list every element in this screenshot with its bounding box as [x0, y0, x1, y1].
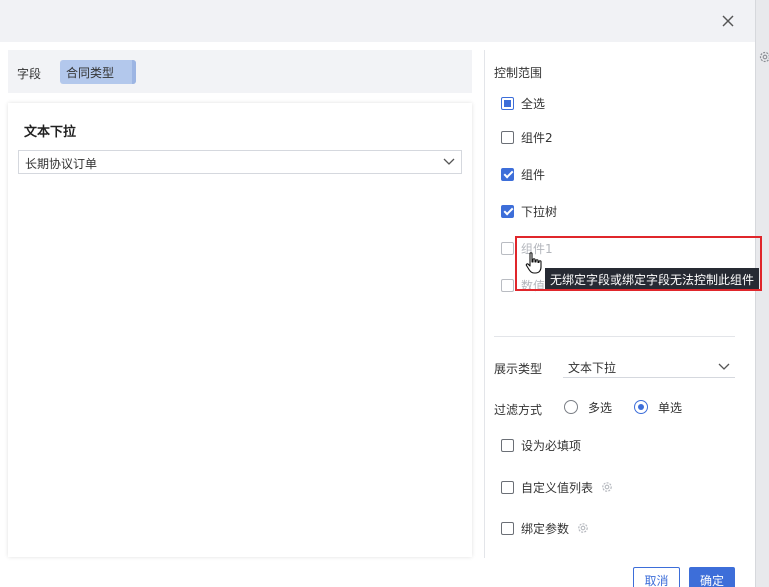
ok-button[interactable]: 确定	[689, 567, 735, 587]
radio-label: 多选	[588, 400, 613, 415]
checkbox-dropdown-tree[interactable]: 下拉树	[501, 203, 557, 219]
checkbox-box[interactable]	[501, 521, 514, 535]
widget-title: 文本下拉	[24, 125, 77, 140]
control-range-title: 控制范围	[494, 66, 543, 80]
filter-mode-label: 过滤方式	[494, 403, 543, 417]
radio-circle[interactable]	[634, 400, 648, 414]
cancel-button[interactable]: 取消	[633, 567, 680, 587]
display-type-label: 展示类型	[494, 362, 543, 376]
checkbox-label: 下拉树	[521, 204, 558, 219]
checkbox-custom-value-list[interactable]: 自定义值列表	[501, 479, 614, 495]
checkbox-box[interactable]	[501, 167, 514, 181]
field-chip[interactable]: 合同类型	[60, 60, 136, 84]
checkbox-label: 自定义值列表	[521, 480, 594, 495]
dialog-header	[0, 0, 755, 42]
window-edge	[755, 0, 769, 587]
radio-single-select[interactable]: 单选	[634, 399, 682, 415]
preview-panel: 字段 合同类型 文本下拉 长期协议订单	[8, 50, 472, 557]
preview-dropdown-value: 长期协议订单	[25, 157, 98, 171]
checkbox-bind-parameter[interactable]: 绑定参数	[501, 520, 590, 536]
checkbox-box[interactable]	[501, 130, 514, 144]
checkbox-box[interactable]	[501, 480, 514, 494]
checkbox-box	[501, 241, 514, 255]
gear-icon[interactable]	[576, 521, 590, 535]
radio-multi-select[interactable]: 多选	[564, 399, 612, 415]
checkbox-label: 全选	[521, 96, 546, 111]
settings-panel: 控制范围 全选 组件2 组件 下拉树 组件1 数值 展示类型 文本下拉 过滤方式…	[494, 50, 739, 587]
checkbox-label: 组件	[521, 167, 546, 182]
filter-settings-dialog: 字段 合同类型 文本下拉 长期协议订单 控制范围 全选 组件2 组件 下拉树 组…	[0, 0, 755, 587]
chevron-down-icon	[718, 363, 730, 370]
display-type-value: 文本下拉	[568, 361, 617, 375]
checkbox-box[interactable]	[501, 438, 514, 452]
hand-cursor-icon	[525, 252, 542, 274]
close-icon[interactable]	[719, 12, 737, 30]
checkbox-component[interactable]: 组件	[501, 166, 545, 182]
chevron-down-icon	[443, 158, 455, 165]
widget-preview-card: 文本下拉 长期协议订单	[8, 103, 472, 557]
disabled-tooltip: 无绑定字段或绑定字段无法控制此组件	[545, 268, 760, 289]
gear-icon	[759, 51, 769, 63]
field-bar: 字段 合同类型	[8, 50, 472, 93]
field-label: 字段	[17, 67, 42, 81]
checkbox-label: 组件2	[521, 130, 553, 145]
checkbox-box[interactable]	[501, 96, 514, 110]
checkbox-label: 绑定参数	[521, 521, 570, 536]
gear-icon[interactable]	[600, 480, 614, 494]
display-type-select[interactable]: 文本下拉	[563, 358, 735, 378]
preview-dropdown[interactable]: 长期协议订单	[18, 150, 462, 174]
checkbox-box	[501, 278, 514, 292]
radio-label: 单选	[658, 400, 683, 415]
checkbox-select-all[interactable]: 全选	[501, 95, 545, 111]
panel-divider	[484, 50, 485, 558]
checkbox-label: 设为必填项	[521, 438, 582, 453]
checkbox-required[interactable]: 设为必填项	[501, 437, 581, 453]
checkbox-box[interactable]	[501, 204, 514, 218]
section-divider	[494, 336, 735, 337]
checkbox-component2[interactable]: 组件2	[501, 129, 553, 145]
radio-circle[interactable]	[564, 400, 578, 414]
